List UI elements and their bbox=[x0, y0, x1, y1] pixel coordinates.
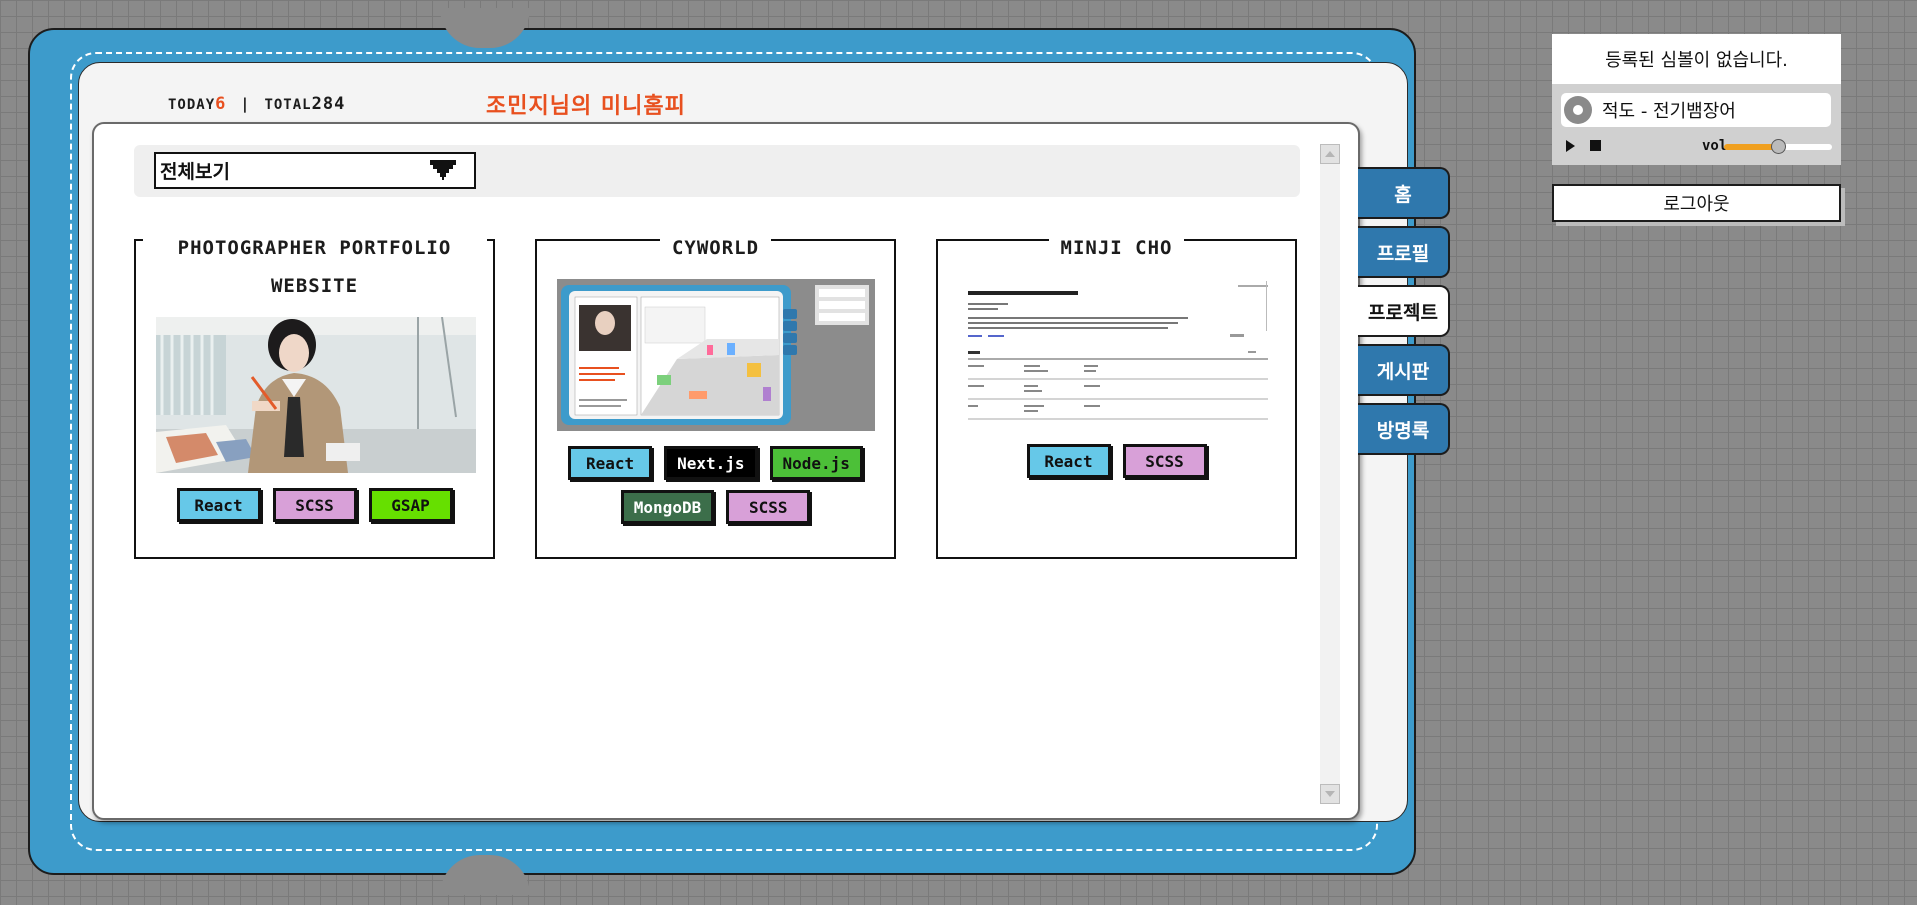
project-thumbnail[interactable] bbox=[156, 317, 476, 473]
tech-tag: React bbox=[1026, 444, 1111, 478]
book-notch-bottom bbox=[440, 855, 530, 895]
project-thumbnail[interactable] bbox=[557, 279, 875, 431]
project-card-title: MINJI CHO bbox=[938, 229, 1295, 267]
nav-tab-profile[interactable]: 프로필 bbox=[1358, 226, 1450, 278]
total-label: TOTAL bbox=[264, 97, 312, 113]
volume-slider[interactable] bbox=[1724, 139, 1832, 154]
tech-tag: SCSS bbox=[272, 488, 357, 522]
song-display: 적도 - 전기뱀장어 bbox=[1561, 93, 1831, 127]
project-title-text: CYWORLD bbox=[659, 229, 772, 267]
stop-icon[interactable] bbox=[1590, 140, 1601, 151]
counter-separator: | bbox=[240, 95, 251, 113]
song-title: 적도 - 전기뱀장어 bbox=[1602, 101, 1736, 122]
nav-tab-board[interactable]: 게시판 bbox=[1358, 344, 1450, 396]
triangle-up-icon[interactable] bbox=[1320, 144, 1340, 164]
music-widget: 등록된 심볼이 없습니다. 적도 - 전기뱀장어 vol bbox=[1552, 34, 1841, 165]
project-card-cyworld[interactable]: CYWORLD React Next.js Node.js MongoDB SC… bbox=[535, 229, 896, 559]
tech-tag: Next.js bbox=[664, 446, 758, 480]
filter-bar: 전체보기 bbox=[134, 145, 1300, 197]
tech-tag: MongoDB bbox=[620, 490, 715, 524]
project-card-photographer[interactable]: PHOTOGRAPHER PORTFOLIO WEBSITE React SCS… bbox=[134, 229, 495, 559]
today-label: TODAY bbox=[168, 97, 216, 113]
category-select[interactable]: 전체보기 bbox=[154, 152, 476, 189]
category-select-value: 전체보기 bbox=[160, 161, 230, 183]
project-tags: React SCSS GSAP bbox=[136, 488, 493, 522]
tech-tag: React bbox=[568, 446, 653, 480]
tech-tag: SCSS bbox=[726, 490, 811, 524]
project-card-title: PHOTOGRAPHER PORTFOLIO WEBSITE bbox=[136, 229, 493, 305]
homepage-title[interactable]: 조민지님의 미니홈피 bbox=[486, 88, 686, 120]
volume-fill bbox=[1724, 144, 1778, 150]
nav-tab-home[interactable]: 홈 bbox=[1358, 167, 1450, 219]
volume-handle[interactable] bbox=[1771, 139, 1786, 154]
project-tags: React SCSS bbox=[938, 444, 1295, 478]
project-title-text: MINJI CHO bbox=[1048, 229, 1185, 267]
triangle-down-icon[interactable] bbox=[1320, 784, 1340, 804]
player-controls: vol bbox=[1566, 137, 1832, 157]
today-count: 6 bbox=[215, 94, 227, 114]
tech-tag: GSAP bbox=[368, 488, 453, 522]
tech-tag: SCSS bbox=[1122, 444, 1207, 478]
project-title-text: PHOTOGRAPHER PORTFOLIO WEBSITE bbox=[142, 229, 487, 305]
content-scrollbar[interactable] bbox=[1320, 144, 1340, 804]
project-content-panel: 전체보기 PHOTOGRAPHER PORTFOLIO WEBSITE Reac… bbox=[92, 122, 1360, 820]
project-card-title: CYWORLD bbox=[537, 229, 894, 267]
cd-icon bbox=[1564, 96, 1592, 124]
project-tags: React Next.js Node.js MongoDB SCSS bbox=[537, 446, 894, 524]
project-thumbnail[interactable] bbox=[958, 279, 1278, 429]
tech-tag: Node.js bbox=[769, 446, 863, 480]
nav-tab-guestbook[interactable]: 방명록 bbox=[1358, 403, 1450, 455]
pixel-arrow-down-icon bbox=[430, 160, 456, 186]
symbol-status: 등록된 심볼이 없습니다. bbox=[1552, 34, 1841, 84]
tech-tag: React bbox=[176, 488, 261, 522]
total-count: 284 bbox=[311, 94, 346, 114]
nav-tab-project[interactable]: 프로젝트 bbox=[1358, 285, 1450, 337]
logout-button[interactable]: 로그아웃 bbox=[1552, 184, 1841, 222]
visitor-counter: TODAY6 | TOTAL284 bbox=[168, 94, 345, 114]
book-notch-top bbox=[440, 8, 530, 48]
play-icon[interactable] bbox=[1566, 140, 1575, 152]
project-card-minji-cho[interactable]: MINJI CHO React SCSS bbox=[936, 229, 1297, 559]
